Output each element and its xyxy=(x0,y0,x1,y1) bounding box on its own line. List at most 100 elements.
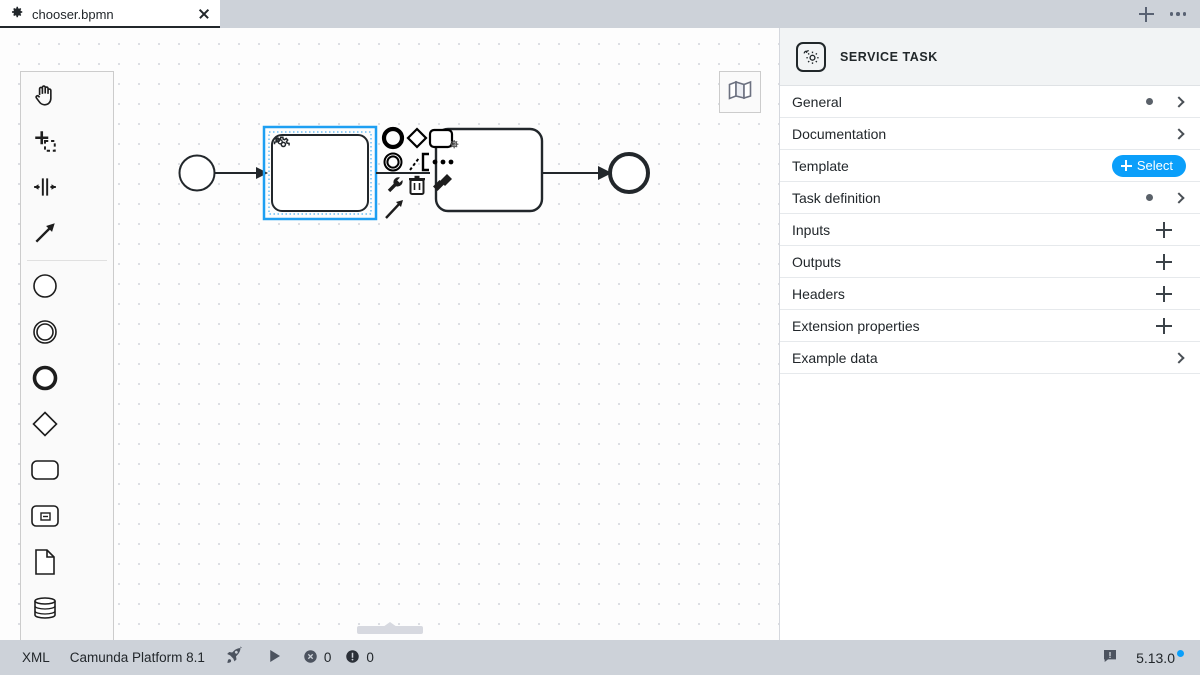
palette-create-subprocess[interactable] xyxy=(21,495,68,541)
gear-icon xyxy=(273,136,290,148)
add-extension-property-icon[interactable] xyxy=(1156,317,1172,334)
service-task-selected xyxy=(262,125,378,221)
app-version-label: 5.13.0 xyxy=(1136,649,1175,666)
palette-create-gateway[interactable] xyxy=(21,403,68,449)
group-label: Extension properties xyxy=(792,317,920,334)
group-headers[interactable]: Headers xyxy=(780,278,1200,310)
lasso-icon xyxy=(32,128,58,159)
status-bar: XML Camunda Platform 8.1 0 0 5.13.0 xyxy=(0,640,1200,675)
bottom-panel-resize-handle[interactable] xyxy=(356,626,423,634)
error-icon xyxy=(303,649,318,667)
paint-brush-icon xyxy=(433,174,452,191)
group-outputs[interactable]: Outputs xyxy=(780,246,1200,278)
intermediate-event-icon xyxy=(31,318,59,351)
update-available-dot xyxy=(1177,649,1184,657)
properties-panel-title: SERVICE TASK xyxy=(840,49,938,64)
palette-lasso-tool[interactable] xyxy=(21,120,68,166)
chevron-right-icon xyxy=(1173,127,1185,140)
task-icon xyxy=(30,458,60,487)
gateway-icon xyxy=(31,410,59,443)
wrench-icon xyxy=(387,177,403,193)
status-run-button[interactable] xyxy=(255,640,293,675)
element-palette[interactable] xyxy=(20,71,114,640)
warning-count: 0 xyxy=(366,650,374,665)
properties-panel-header: SERVICE TASK xyxy=(780,28,1200,86)
hand-icon xyxy=(32,82,58,113)
chevron-right-icon xyxy=(1173,351,1185,364)
app-version[interactable]: 5.13.0 xyxy=(1136,649,1184,666)
error-count: 0 xyxy=(323,650,332,665)
map-icon xyxy=(728,80,752,105)
palette-create-data-store[interactable] xyxy=(21,587,68,633)
group-indicator-dot xyxy=(1146,98,1153,105)
end-event xyxy=(608,152,650,194)
chevron-right-icon xyxy=(1173,95,1185,108)
status-xml-label: XML xyxy=(22,650,50,665)
rocket-icon xyxy=(225,646,245,669)
palette-create-task[interactable] xyxy=(21,449,68,495)
group-label: Outputs xyxy=(792,253,842,270)
palette-global-connect-tool[interactable] xyxy=(21,212,68,258)
service-task-gear-icon xyxy=(796,41,826,72)
app-window: chooser.bpmn SERVICE TASK General Docume… xyxy=(0,0,1200,675)
palette-create-participant[interactable] xyxy=(21,633,68,640)
status-engine-button[interactable]: Camunda Platform 8.1 xyxy=(60,640,215,675)
trash-icon xyxy=(409,175,425,195)
data-object-icon xyxy=(33,548,57,581)
group-task-definition[interactable]: Task definition xyxy=(780,182,1200,214)
bpmn-diagram xyxy=(0,28,779,640)
ellipsis-icon xyxy=(432,159,454,165)
arrow-icon xyxy=(32,220,58,251)
group-example-data[interactable]: Example data xyxy=(780,342,1200,374)
group-general[interactable]: General xyxy=(780,86,1200,118)
tab-chooser-bpmn[interactable]: chooser.bpmn xyxy=(0,0,220,28)
add-header-icon[interactable] xyxy=(1156,285,1172,302)
template-select-label: Select xyxy=(1136,158,1173,173)
palette-divider xyxy=(27,260,107,261)
palette-create-start-event[interactable] xyxy=(21,265,68,311)
bpmn-canvas[interactable] xyxy=(0,28,780,640)
palette-create-end-event[interactable] xyxy=(21,357,68,403)
plus-icon[interactable] xyxy=(1138,6,1154,22)
status-bar-right: 5.13.0 xyxy=(1102,648,1188,667)
group-template[interactable]: Template Select xyxy=(780,150,1200,182)
group-label: Headers xyxy=(792,285,845,302)
feedback-icon[interactable] xyxy=(1102,648,1118,667)
group-extension-properties[interactable]: Extension properties xyxy=(780,310,1200,342)
group-documentation[interactable]: Documentation xyxy=(780,118,1200,150)
palette-create-data-object[interactable] xyxy=(21,541,68,587)
add-output-icon[interactable] xyxy=(1156,253,1172,270)
sequence-flow-3 xyxy=(542,166,612,180)
palette-hand-tool[interactable] xyxy=(21,74,68,120)
start-event-icon xyxy=(31,272,59,305)
group-label: Example data xyxy=(792,349,878,366)
append-intermediate-event xyxy=(383,152,403,172)
play-icon xyxy=(265,647,283,668)
status-deploy-button[interactable] xyxy=(215,640,255,675)
palette-space-tool[interactable] xyxy=(21,166,68,212)
tab-title: chooser.bpmn xyxy=(32,6,114,22)
data-store-icon xyxy=(31,595,59,626)
group-label: Task definition xyxy=(792,189,881,206)
status-errors[interactable]: 0 0 xyxy=(293,640,384,675)
end-event-icon xyxy=(31,364,59,397)
minimap-toggle-button[interactable] xyxy=(719,71,761,113)
group-label: Template xyxy=(792,157,849,174)
bpmn-gear-icon xyxy=(10,5,24,24)
ellipsis-icon[interactable] xyxy=(1169,12,1186,16)
status-engine-label: Camunda Platform 8.1 xyxy=(69,650,205,665)
close-icon[interactable] xyxy=(196,6,212,22)
chevron-right-icon xyxy=(1173,191,1185,204)
group-label: Inputs xyxy=(792,221,831,238)
status-xml-button[interactable]: XML xyxy=(12,640,60,675)
palette-create-intermediate-event[interactable] xyxy=(21,311,68,357)
group-inputs[interactable]: Inputs xyxy=(780,214,1200,246)
template-select-button[interactable]: Select xyxy=(1111,154,1186,177)
group-label: Documentation xyxy=(792,125,887,142)
gear-icon xyxy=(450,140,459,149)
tab-bar: chooser.bpmn xyxy=(0,0,1200,28)
properties-panel: SERVICE TASK General Documentation Templ… xyxy=(780,28,1200,640)
warning-icon xyxy=(345,649,360,667)
add-input-icon[interactable] xyxy=(1156,221,1172,238)
group-indicator-dot xyxy=(1146,194,1153,201)
